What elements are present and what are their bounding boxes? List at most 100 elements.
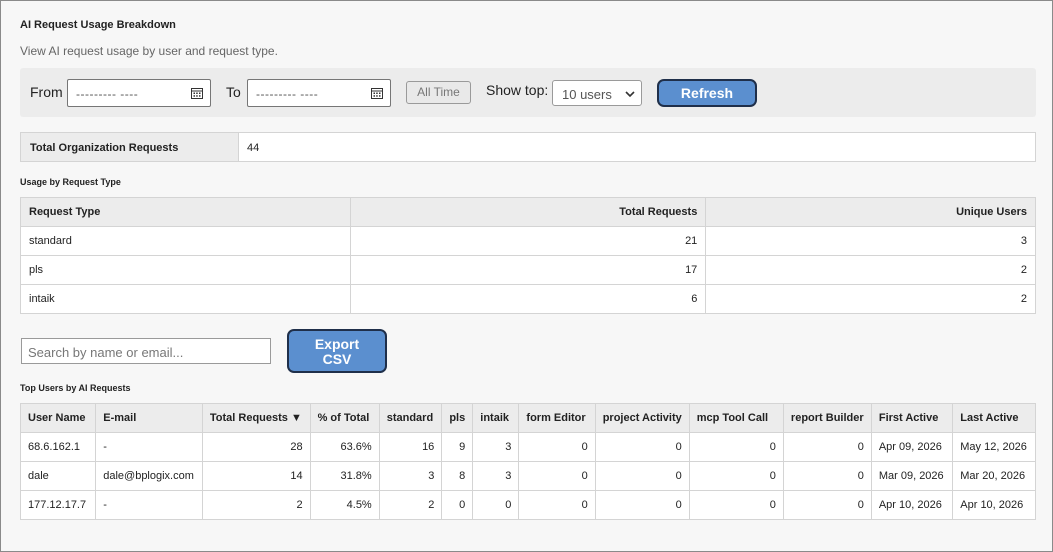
column-header-user-name[interactable]: User Name [19, 403, 97, 433]
table-cell: Apr 10, 2026 [952, 490, 1036, 520]
column-header-last-active[interactable]: Last Active [952, 403, 1036, 433]
table-cell: 4.5% [309, 490, 380, 520]
table-header-row: Request Type Total Requests Unique Users [20, 197, 1036, 227]
table-cell: 0 [782, 432, 872, 462]
column-header-standard[interactable]: standard [378, 403, 443, 433]
table-row: dale dale@bplogix.com 14 31.8% 3 8 3 0 0… [19, 461, 1036, 491]
table-cell: 0 [782, 490, 872, 520]
table-cell: 14 [201, 461, 311, 491]
table-cell: Mar 20, 2026 [952, 461, 1036, 491]
table-cell: 0 [518, 461, 596, 491]
table-cell: 0 [688, 432, 784, 462]
column-header-pls[interactable]: pls [441, 403, 474, 433]
to-date-value: --------- ---- [256, 87, 319, 101]
table-cell: 0 [594, 490, 690, 520]
table-cell: Apr 09, 2026 [870, 432, 954, 462]
table-cell: - [95, 490, 203, 520]
ai-usage-panel: AI Request Usage Breakdown View AI reque… [0, 0, 1053, 552]
table-row: standard 21 3 [20, 226, 1036, 256]
column-header-first-active[interactable]: First Active [870, 403, 954, 433]
table-cell: 0 [518, 490, 596, 520]
from-label: From [30, 84, 63, 100]
table-cell: 17 [349, 255, 707, 285]
table-row: 177.12.17.7 - 2 4.5% 2 0 0 0 0 0 0 Apr 1… [19, 490, 1036, 520]
table-cell: 63.6% [309, 432, 380, 462]
total-requests-row: Total Organization Requests 44 [20, 132, 1036, 162]
table-cell: 3 [378, 461, 443, 491]
table-cell: 3 [472, 461, 520, 491]
table-cell: May 12, 2026 [952, 432, 1036, 462]
table-cell: 28 [201, 432, 311, 462]
column-header-report-builder[interactable]: report Builder [782, 403, 872, 433]
table-cell: 2 [705, 255, 1036, 285]
table-cell: 16 [378, 432, 443, 462]
table-cell: dale [19, 461, 97, 491]
calendar-icon[interactable] [371, 87, 383, 99]
table-cell: 0 [472, 490, 520, 520]
all-time-button[interactable]: All Time [406, 81, 471, 104]
table-cell: 2 [201, 490, 311, 520]
table-cell: 0 [688, 461, 784, 491]
table-cell: 0 [518, 432, 596, 462]
table-cell: 0 [441, 490, 474, 520]
column-header: Total Requests [349, 197, 707, 227]
search-input[interactable]: Search by name or email... [21, 338, 271, 364]
table-cell: 8 [441, 461, 474, 491]
request-type-table: Request Type Total Requests Unique Users… [20, 197, 1036, 314]
table-cell: 0 [782, 461, 872, 491]
column-header-mcp-tool-call[interactable]: mcp Tool Call [688, 403, 784, 433]
page-subtitle: View AI request usage by user and reques… [20, 44, 278, 58]
table-cell: 2 [378, 490, 443, 520]
export-csv-label: Export CSV [314, 336, 360, 367]
search-placeholder: Search by name or email... [28, 345, 184, 360]
show-top-select[interactable]: 10 users [552, 80, 642, 106]
column-header: Unique Users [705, 197, 1036, 227]
from-date-value: --------- ---- [76, 87, 139, 101]
table-cell: pls [20, 255, 351, 285]
total-requests-label: Total Organization Requests [21, 133, 239, 161]
table-cell: 0 [688, 490, 784, 520]
show-top-value: 10 users [562, 87, 612, 102]
table-cell: intaik [20, 284, 351, 314]
table-row: pls 17 2 [20, 255, 1036, 285]
table-cell: 9 [441, 432, 474, 462]
column-header-form-editor[interactable]: form Editor [518, 403, 596, 433]
table-cell: Apr 10, 2026 [870, 490, 954, 520]
column-header-email[interactable]: E-mail [95, 403, 203, 433]
calendar-icon[interactable] [191, 87, 203, 99]
column-header: Request Type [20, 197, 351, 227]
table-cell: dale@bplogix.com [95, 461, 203, 491]
table-cell: 3 [705, 226, 1036, 256]
refresh-button[interactable]: Refresh [657, 79, 757, 107]
top-users-table: User Name E-mail Total Requests ▼ % of T… [19, 403, 1036, 520]
export-csv-button[interactable]: Export CSV [287, 329, 387, 373]
request-type-section-title: Usage by Request Type [20, 177, 121, 187]
table-row: 68.6.162.1 - 28 63.6% 16 9 3 0 0 0 0 Apr… [19, 432, 1036, 462]
table-cell: standard [20, 226, 351, 256]
table-cell: 0 [594, 432, 690, 462]
total-requests-value: 44 [247, 142, 260, 154]
table-cell: 3 [472, 432, 520, 462]
to-date-input[interactable]: --------- ---- [247, 79, 391, 107]
table-cell: 177.12.17.7 [19, 490, 97, 520]
to-label: To [226, 84, 241, 100]
table-cell: Mar 09, 2026 [870, 461, 954, 491]
table-cell: 68.6.162.1 [19, 432, 97, 462]
table-row: intaik 6 2 [20, 284, 1036, 314]
show-top-label: Show top: [486, 82, 549, 98]
page-title: AI Request Usage Breakdown [20, 19, 176, 31]
column-header-project-activity[interactable]: project Activity [594, 403, 690, 433]
chevron-down-icon [625, 91, 635, 98]
column-header-total-requests[interactable]: Total Requests ▼ [201, 403, 311, 433]
table-header-row: User Name E-mail Total Requests ▼ % of T… [19, 403, 1036, 433]
table-cell: 2 [705, 284, 1036, 314]
table-cell: 0 [594, 461, 690, 491]
from-date-input[interactable]: --------- ---- [67, 79, 211, 107]
table-cell: 21 [349, 226, 707, 256]
column-header-percent-total[interactable]: % of Total [309, 403, 380, 433]
table-cell: 31.8% [309, 461, 380, 491]
filter-bar: From --------- ---- To --------- ---- Al… [20, 68, 1036, 117]
top-users-section-title: Top Users by AI Requests [20, 383, 131, 393]
column-header-intaik[interactable]: intaik [472, 403, 520, 433]
table-cell: 6 [349, 284, 707, 314]
